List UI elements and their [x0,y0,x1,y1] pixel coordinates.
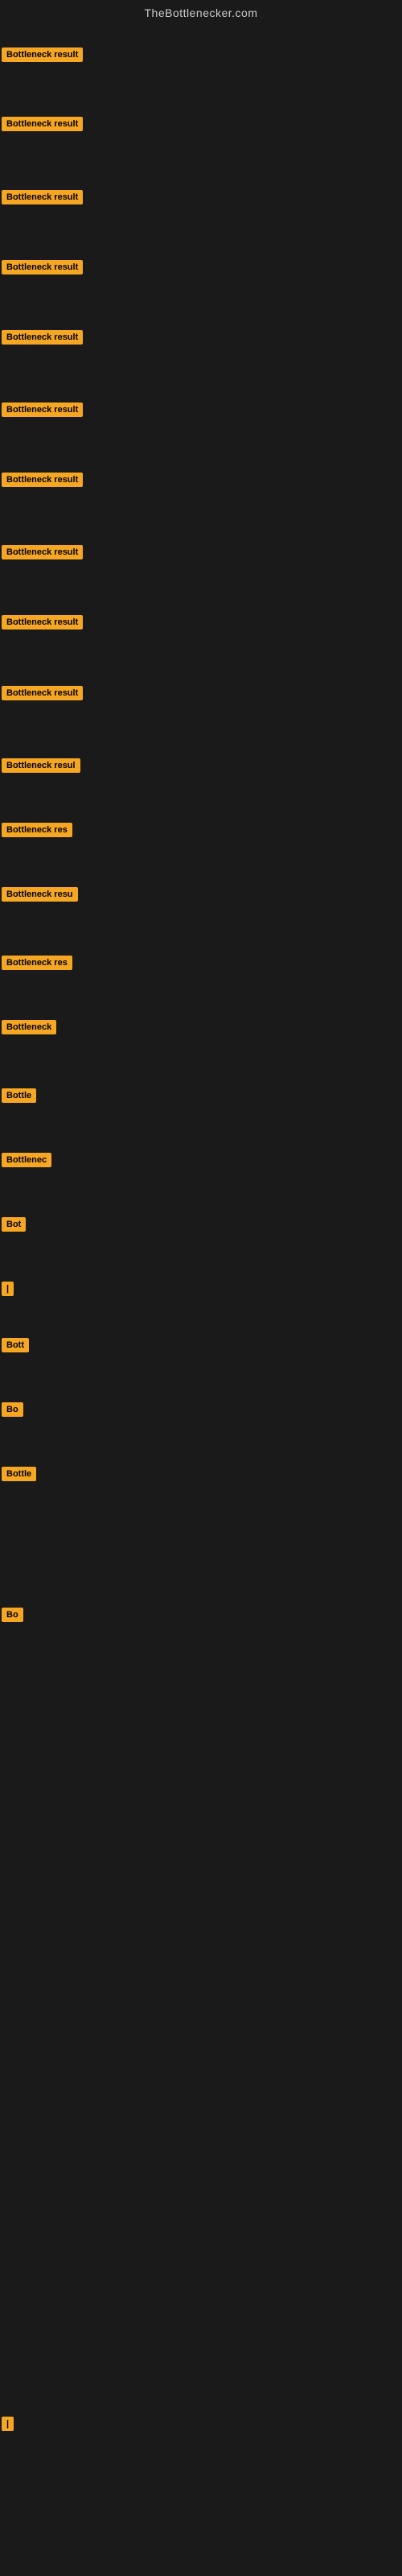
bottleneck-badge-18: | [2,1282,14,1296]
bottleneck-row-23: Bo [2,1608,23,1626]
bottleneck-badge-0: Bottleneck result [2,47,83,62]
bottleneck-row-18: | [2,1282,14,1300]
bottleneck-badge-12: Bottleneck resu [2,887,78,902]
bottleneck-row-19: Bott [2,1338,29,1356]
bottleneck-row-20: Bo [2,1402,23,1421]
bottleneck-badge-17: Bot [2,1217,26,1232]
bottleneck-row-2: Bottleneck result [2,190,83,208]
bottleneck-badge-10: Bottleneck resul [2,758,80,773]
bottleneck-row-16: Bottlenec [2,1153,51,1171]
bottleneck-row-14: Bottleneck [2,1020,56,1038]
bottleneck-badge-1: Bottleneck result [2,117,83,131]
bottleneck-row-4: Bottleneck result [2,330,83,349]
bottleneck-row-15: Bottle [2,1088,36,1107]
bottleneck-badge-13: Bottleneck res [2,956,72,970]
bottleneck-badge-3: Bottleneck result [2,260,83,275]
bottleneck-row-8: Bottleneck result [2,615,83,634]
bottleneck-badge-7: Bottleneck result [2,545,83,559]
bottleneck-badge-21: Bottle [2,1467,36,1481]
bottleneck-row-9: Bottleneck result [2,686,83,704]
bottleneck-badge-8: Bottleneck result [2,615,83,630]
bottleneck-badge-23: Bo [2,1608,23,1622]
bottleneck-row-21: Bottle [2,1467,36,1485]
bottleneck-badge-4: Bottleneck result [2,330,83,345]
bottleneck-badge-33: | [2,2417,14,2431]
bottleneck-badge-11: Bottleneck res [2,823,72,837]
bottleneck-row-13: Bottleneck res [2,956,72,974]
bottleneck-badge-20: Bo [2,1402,23,1417]
bottleneck-badge-2: Bottleneck result [2,190,83,204]
bottleneck-row-5: Bottleneck result [2,402,83,421]
bottleneck-badge-15: Bottle [2,1088,36,1103]
bottleneck-row-11: Bottleneck res [2,823,72,841]
bottleneck-row-0: Bottleneck result [2,47,83,66]
bottleneck-row-1: Bottleneck result [2,117,83,135]
bottleneck-row-33: | [2,2417,14,2435]
bottleneck-row-3: Bottleneck result [2,260,83,279]
bottleneck-row-6: Bottleneck result [2,473,83,491]
bottleneck-badge-14: Bottleneck [2,1020,56,1034]
bottleneck-row-12: Bottleneck resu [2,887,78,906]
bottleneck-badge-16: Bottlenec [2,1153,51,1167]
bottleneck-badge-19: Bott [2,1338,29,1352]
bottleneck-row-10: Bottleneck resul [2,758,80,777]
bottleneck-row-17: Bot [2,1217,26,1236]
bottleneck-badge-5: Bottleneck result [2,402,83,417]
bottleneck-badge-6: Bottleneck result [2,473,83,487]
site-title: TheBottlenecker.com [0,0,402,26]
bottleneck-badge-9: Bottleneck result [2,686,83,700]
bottleneck-row-7: Bottleneck result [2,545,83,564]
